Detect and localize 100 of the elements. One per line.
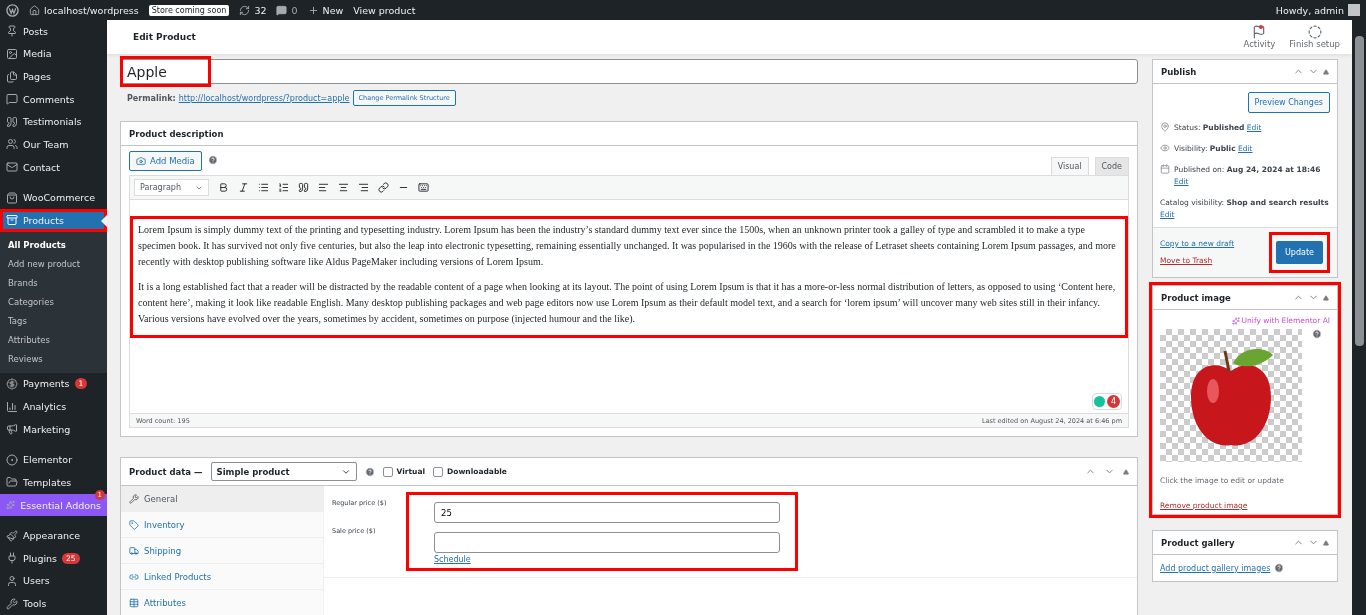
help-icon[interactable] bbox=[207, 155, 218, 165]
plug-icon bbox=[6, 552, 18, 565]
refresh-icon bbox=[239, 4, 251, 16]
sidebar-item[interactable]: Products bbox=[0, 209, 107, 232]
permalink-label: Permalink: bbox=[127, 93, 176, 103]
description-paragraph: It is a long established fact that a reader will be distracted by the readable content of a page when looking at its layout. The point of using Lorem Ipsum is that it has a more-or-less normal distribution of letters, as opposed to using ‘Content here, content here’, making it look like readable English. Many desktop publishing packages and web page editors now use Lorem Ipsum as their default model text, and a search for ‘lorem ipsum’ will uncover many web sites still in their infancy. Various versions have evolved over the years, sometimes by accident, sometimes on purpose (injected humour and the like). bbox=[138, 280, 1117, 326]
panel-title: Product data — bbox=[129, 466, 203, 477]
collapse-icon[interactable] bbox=[1123, 468, 1129, 475]
price-field[interactable] bbox=[434, 532, 780, 553]
submenu-item[interactable]: Tags bbox=[0, 311, 107, 331]
scrollbar[interactable] bbox=[1352, 20, 1366, 615]
plus-icon bbox=[307, 4, 319, 16]
sidebar-item[interactable]: Pages bbox=[0, 65, 107, 88]
people-icon bbox=[6, 138, 18, 151]
image-icon bbox=[6, 47, 18, 60]
product-data-tab[interactable]: General bbox=[121, 486, 323, 512]
checkbox[interactable] bbox=[382, 466, 393, 477]
grammar-widget[interactable]: 4 bbox=[1092, 393, 1122, 410]
sidebar-item[interactable]: Elementor bbox=[0, 448, 107, 472]
archive-icon bbox=[6, 214, 18, 227]
link-icon[interactable] bbox=[378, 182, 389, 193]
sidebar-item[interactable]: Users bbox=[0, 569, 107, 593]
account-menu[interactable]: Howdy, admin bbox=[1275, 4, 1360, 16]
speech-bubble-icon bbox=[276, 4, 288, 16]
submenu-item[interactable]: Add new product bbox=[0, 254, 107, 274]
page-title: Edit Product bbox=[133, 32, 197, 42]
speech-bubble-icon bbox=[6, 93, 18, 106]
panel-title: Publish bbox=[1161, 66, 1198, 77]
sidebar-item[interactable]: Posts bbox=[0, 20, 107, 43]
checkbox[interactable] bbox=[433, 466, 444, 477]
sidebar-item[interactable]: Media bbox=[0, 42, 107, 66]
updates-link[interactable]: 32 bbox=[239, 4, 267, 16]
comments-link[interactable]: 0 bbox=[276, 4, 298, 16]
header-action[interactable]: Finish setup bbox=[1289, 25, 1340, 49]
site-link[interactable]: localhost/wordpress bbox=[29, 4, 139, 16]
wordpress-logo-icon[interactable] bbox=[6, 3, 19, 17]
shopping-bag-icon bbox=[6, 191, 18, 204]
help-icon[interactable] bbox=[1274, 563, 1285, 573]
submenu-item[interactable]: Reviews bbox=[0, 349, 107, 369]
sidebar-item[interactable]: Testimonials bbox=[0, 110, 107, 134]
description-paragraph: Lorem Ipsum is simply dummy text of the printing and typesetting industry. Lorem Ipsum has been the industry’s standard dummy text ever since the 1500s, when an unknown printer took a galley of type and scrambled it to make a type specimen book. It has survived not only five centuries, but also the leap into electronic typesetting, remaining essentially unchanged. It was popularised in the 1960s with the release of Letraset sheets containing Lorem Ipsum passages, and more recently with desktop publishing software like Aldus PageMaker including versions of Lorem Ipsum. bbox=[138, 223, 1117, 269]
submenu-item[interactable]: Brands bbox=[0, 273, 107, 293]
new-link[interactable]: New bbox=[307, 4, 344, 16]
pages-icon bbox=[6, 70, 18, 83]
align-right-icon[interactable] bbox=[358, 182, 369, 193]
wrench-icon bbox=[6, 597, 18, 610]
panel-title: Product description bbox=[129, 128, 225, 139]
quote-icon bbox=[6, 115, 18, 128]
numbered-list-icon[interactable] bbox=[278, 182, 289, 193]
add-media-button[interactable]: Add Media bbox=[129, 151, 202, 171]
title-field[interactable]: Apple bbox=[120, 59, 1138, 84]
camera-icon bbox=[136, 156, 146, 166]
editor-tab[interactable]: Code bbox=[1094, 157, 1129, 175]
eye-icon bbox=[1160, 143, 1170, 153]
keyboard-icon[interactable] bbox=[418, 182, 429, 193]
product-type-select[interactable]: Simple product bbox=[210, 462, 357, 481]
format-select[interactable]: Paragraph bbox=[134, 179, 209, 196]
bold-icon[interactable] bbox=[218, 182, 229, 193]
sparkles-icon bbox=[6, 499, 16, 512]
submenu-item[interactable]: Attributes bbox=[0, 330, 107, 350]
paintbrush-icon bbox=[6, 529, 18, 542]
sidebar-item[interactable]: Appearance bbox=[0, 524, 107, 547]
sidebar-item[interactable]: Marketing bbox=[0, 417, 107, 441]
table-icon bbox=[129, 597, 139, 608]
sidebar-item[interactable]: Tools bbox=[0, 592, 107, 615]
help-icon[interactable] bbox=[1312, 329, 1322, 339]
quote-icon[interactable] bbox=[298, 182, 309, 193]
dollar-icon bbox=[6, 377, 18, 390]
submenu-item[interactable]: All Products bbox=[0, 235, 107, 255]
permalink-link[interactable]: http://localhost/wordpress/?product=apple bbox=[178, 93, 350, 103]
megaphone-icon bbox=[6, 423, 18, 436]
pin-icon bbox=[1160, 122, 1170, 132]
align-left-icon[interactable] bbox=[318, 182, 329, 193]
sidebar-item[interactable]: Contact bbox=[0, 155, 107, 179]
circle-icon bbox=[6, 453, 18, 466]
panel-title: Product image bbox=[1161, 292, 1232, 303]
update-button[interactable]: Update bbox=[1276, 241, 1323, 264]
progress-circle-icon bbox=[1307, 25, 1322, 39]
wrench-icon bbox=[129, 493, 139, 504]
editor-tab[interactable]: Visual bbox=[1050, 157, 1089, 175]
collapse-icon[interactable] bbox=[1323, 294, 1329, 301]
user-icon bbox=[6, 574, 18, 587]
header-action[interactable]: Activity bbox=[1243, 25, 1276, 49]
preview-changes-button[interactable]: Preview Changes bbox=[1247, 92, 1330, 113]
sidebar-item[interactable]: Comments bbox=[0, 87, 107, 111]
view-product-link[interactable]: View product bbox=[353, 4, 416, 16]
align-center-icon[interactable] bbox=[338, 182, 349, 193]
collapse-icon[interactable] bbox=[1323, 539, 1329, 546]
submenu-item[interactable]: Categories bbox=[0, 292, 107, 312]
collapse-icon[interactable] bbox=[1323, 68, 1329, 75]
schedule-link[interactable]: Schedule bbox=[434, 555, 471, 564]
help-icon[interactable] bbox=[364, 466, 375, 477]
italic-icon[interactable] bbox=[238, 182, 249, 193]
sidebar-item[interactable]: Our Team bbox=[0, 133, 107, 156]
sidebar-item[interactable]: WooCommerce bbox=[0, 186, 107, 209]
bullet-list-icon[interactable] bbox=[258, 182, 269, 193]
sidebar-item[interactable]: Analytics bbox=[0, 395, 107, 418]
truck-icon bbox=[129, 545, 139, 556]
price-field[interactable]: 25 bbox=[434, 502, 780, 523]
add-gallery-images-link[interactable]: Add product gallery images bbox=[1160, 563, 1271, 573]
